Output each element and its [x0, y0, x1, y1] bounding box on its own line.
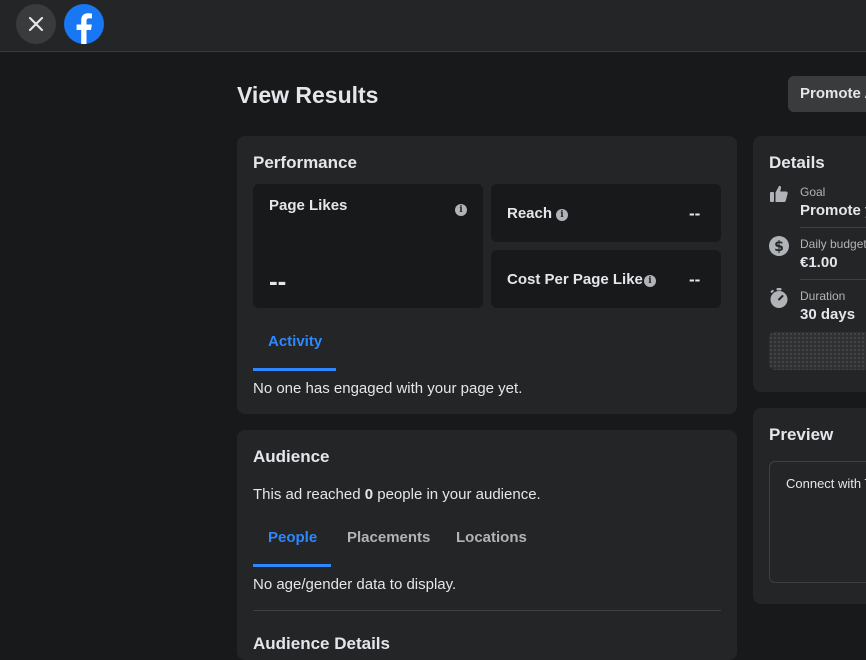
audience-divider — [253, 610, 721, 611]
promote-button[interactable]: Promote A — [788, 76, 866, 112]
detail-goal-value: Promote y — [800, 202, 866, 219]
page-likes-box: Page Likes i -- — [253, 184, 483, 308]
info-icon[interactable]: i — [556, 209, 568, 221]
audience-details-title: Audience Details — [253, 634, 390, 653]
audience-summary-suffix: people in your audience. — [373, 486, 541, 503]
audience-card: Audience This ad reached 0 people in you… — [237, 430, 737, 660]
top-bar — [0, 0, 866, 52]
activity-empty-text: No one has engaged with your page yet. — [253, 380, 523, 397]
svg-text:$: $ — [774, 239, 784, 255]
ad-preview-box[interactable]: Connect with T — [769, 461, 866, 583]
audience-summary-count: 0 — [364, 486, 374, 503]
detail-duration-value: 30 days — [800, 306, 856, 323]
tab-people-underline — [253, 564, 331, 567]
detail-duration-label: Duration — [800, 289, 846, 303]
details-divider — [800, 227, 866, 228]
audience-empty-text: No age/gender data to display. — [253, 576, 457, 593]
performance-title: Performance — [253, 153, 357, 172]
audience-summary-prefix: This ad reached — [253, 486, 365, 503]
cost-per-like-value: -- — [689, 270, 701, 289]
audience-title: Audience — [253, 447, 330, 466]
tab-placements[interactable]: Placements — [347, 529, 430, 546]
thumbs-up-icon — [770, 185, 788, 202]
page-likes-label: Page Likes — [269, 197, 348, 214]
tab-activity[interactable]: Activity — [268, 333, 322, 350]
ad-preview-text: Connect with T — [786, 476, 866, 491]
tab-people[interactable]: People — [268, 529, 317, 546]
close-button[interactable] — [16, 4, 56, 44]
performance-card: Performance Page Likes i -- Reach i -- C… — [237, 136, 737, 414]
detail-goal-label: Goal — [800, 185, 826, 199]
details-title: Details — [769, 153, 825, 172]
page-title: View Results — [237, 82, 379, 108]
detail-budget-label: Daily budget — [800, 237, 866, 251]
details-action-bar[interactable] — [769, 332, 866, 370]
cost-per-like-box: Cost Per Page Like i -- — [491, 250, 721, 308]
dollar-icon: $ — [769, 236, 789, 256]
reach-label: Reach — [507, 205, 553, 222]
detail-budget-value: €1.00 — [800, 254, 838, 271]
preview-card: Preview Connect with T — [753, 408, 866, 604]
cost-per-like-label: Cost Per Page Like — [507, 271, 643, 288]
details-card: Details Goal Promote y $ Daily budget €1… — [753, 136, 866, 392]
details-divider — [800, 279, 866, 280]
facebook-logo-icon[interactable] — [64, 4, 104, 44]
info-icon[interactable]: i — [644, 275, 656, 287]
tab-activity-underline — [253, 368, 336, 371]
preview-title: Preview — [769, 425, 834, 444]
close-icon — [28, 16, 44, 32]
page-likes-value: -- — [269, 266, 287, 296]
reach-box: Reach i -- — [491, 184, 721, 242]
stopwatch-icon — [770, 288, 788, 308]
reach-value: -- — [689, 204, 701, 223]
info-icon[interactable]: i — [455, 204, 467, 216]
audience-summary: This ad reached 0 people in your audienc… — [253, 486, 541, 503]
tab-locations[interactable]: Locations — [456, 529, 527, 546]
